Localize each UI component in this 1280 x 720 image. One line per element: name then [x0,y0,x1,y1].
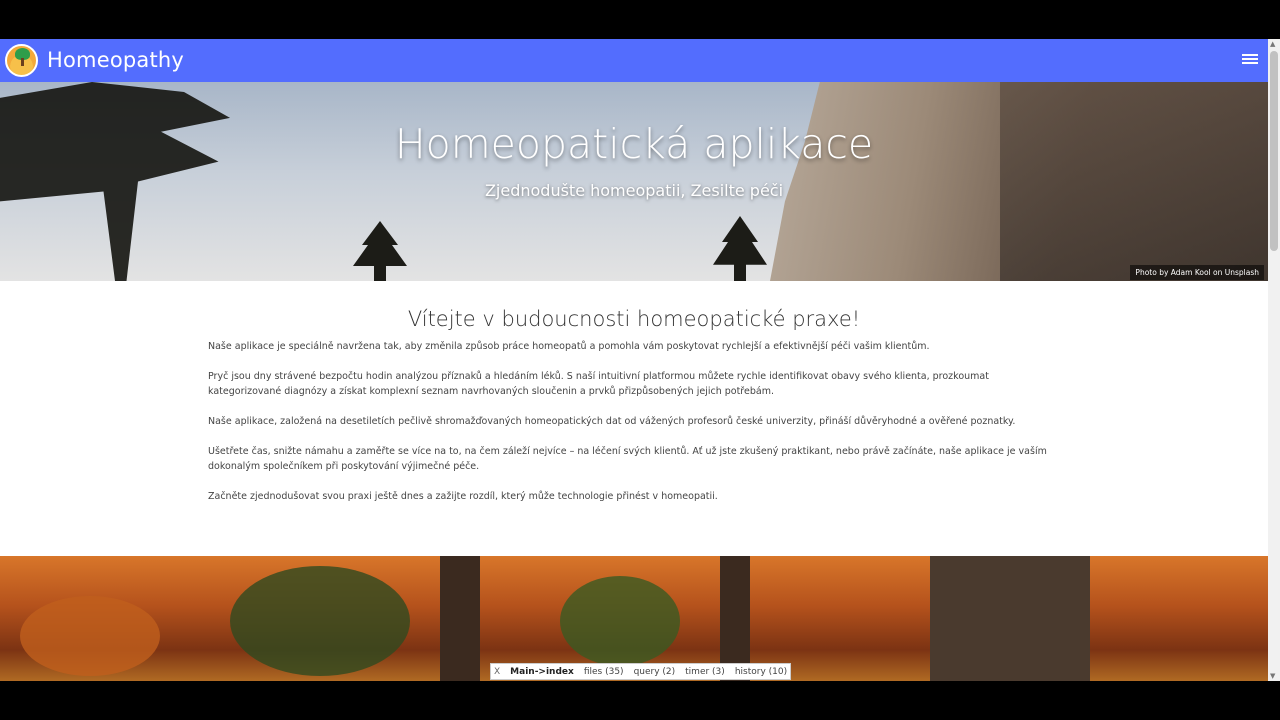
hero-title: Homeopatická aplikace [394,120,874,168]
paragraph: Naše aplikace je speciálně navržena tak,… [208,341,930,352]
page-scrollbar[interactable]: ▲ ▼ [1268,39,1280,681]
welcome-heading: Vítejte v budoucnosti homeopatické praxe… [407,307,861,331]
debug-files-tab[interactable]: files (35) [584,667,624,677]
close-icon[interactable]: X [494,667,500,677]
scroll-down-icon[interactable]: ▼ [1270,672,1275,680]
hamburger-menu-icon[interactable] [1242,52,1258,68]
paragraph: Naše aplikace, založená na desetiletích … [208,416,1016,427]
brand-title[interactable]: Homeopathy [47,48,184,72]
debug-query-tab[interactable]: query (2) [634,667,676,677]
debug-route[interactable]: Main->index [510,667,574,677]
photo-credit[interactable]: Photo by Adam Kool on Unsplash [1130,265,1264,280]
navbar: Homeopathy [0,39,1268,82]
debug-timer-tab[interactable]: timer (3) [685,667,725,677]
paragraph: Ušetřete čas, snižte námahu a zaměřte se… [208,446,1047,472]
welcome-section: Vítejte v budoucnosti homeopatické praxe… [208,307,1060,519]
scroll-up-icon[interactable]: ▲ [1270,40,1275,48]
browser-viewport: Homeopathy Homeopatická aplikace Zjednod… [0,39,1280,681]
scroll-thumb[interactable] [1270,51,1278,251]
debug-history-tab[interactable]: history (10) [735,667,787,677]
debug-toolbar: X Main->index files (35) query (2) timer… [490,663,792,680]
app-logo[interactable] [5,44,38,77]
hero-banner: Homeopatická aplikace Zjednodušte homeop… [0,82,1268,281]
paragraph: Pryč jsou dny strávené bezpočtu hodin an… [208,371,989,397]
hero-subtitle: Zjednodušte homeopatii, Zesilte péči [484,181,784,200]
paragraph: Začněte zjednodušovat svou praxi ještě d… [208,491,718,502]
